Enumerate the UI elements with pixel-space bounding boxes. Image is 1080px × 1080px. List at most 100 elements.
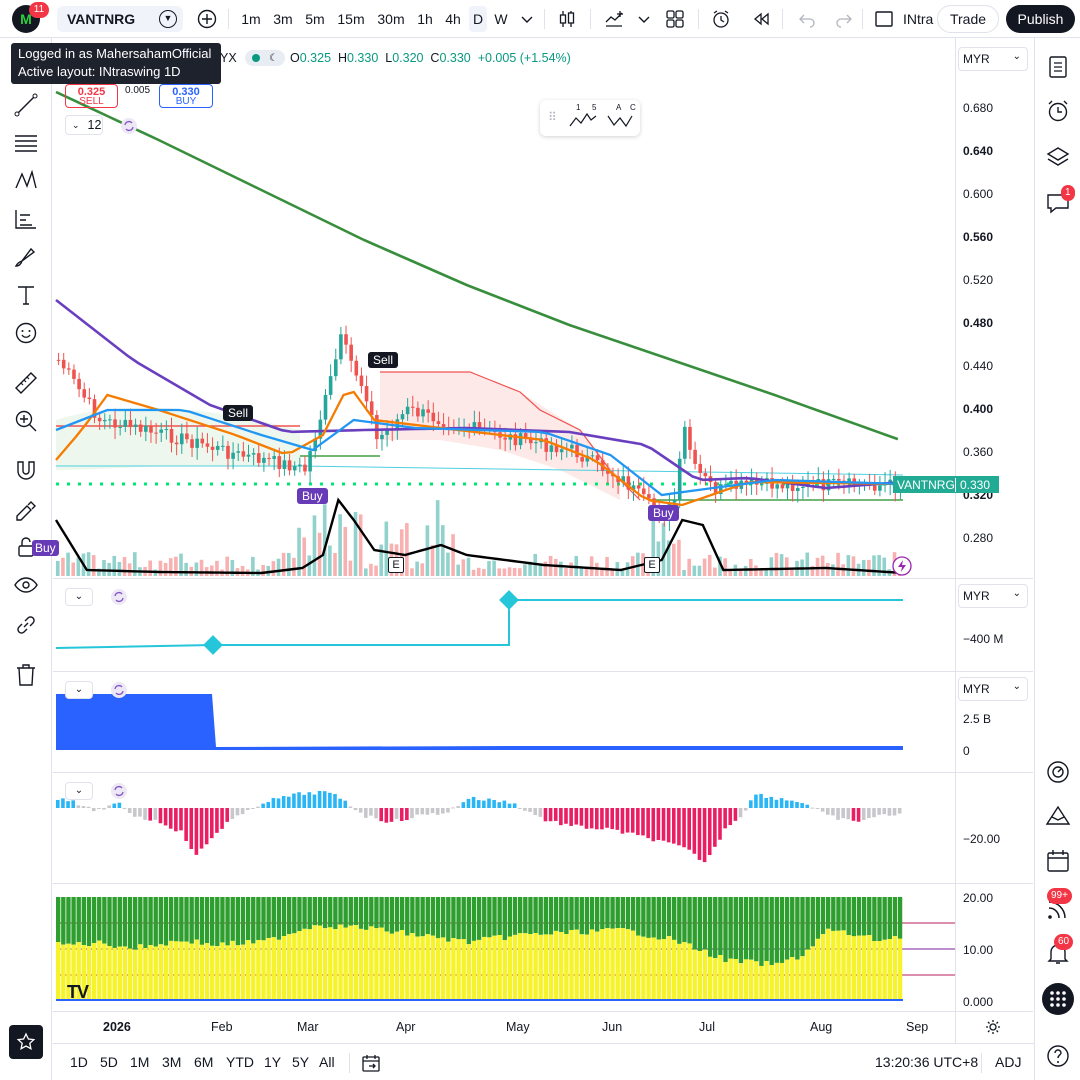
histogram-bar <box>713 808 717 847</box>
histogram-bar <box>569 808 573 826</box>
buy-order-button[interactable]: 0.330 BUY <box>159 84 213 108</box>
indicators-toggle[interactable]: ⌄ 12 <box>65 115 103 135</box>
market-status-toggle[interactable]: ☾ <box>245 50 285 66</box>
adjust-toggle[interactable]: ADJ <box>995 1054 1021 1070</box>
strength-bar-green <box>518 897 523 934</box>
pane-separator[interactable] <box>53 772 1033 773</box>
currency-selector-pane3[interactable]: MYR ⌄ <box>958 677 1028 701</box>
signal-buy[interactable]: Buy <box>297 488 328 504</box>
goto-date-icon[interactable] <box>360 1052 382 1074</box>
earnings-marker[interactable]: E <box>644 557 660 573</box>
tooltip-line-2: Active layout: INtraswing 1D <box>18 64 181 79</box>
clock-timezone[interactable]: 13:20:36 UTC+8 <box>875 1054 978 1070</box>
candle-body <box>67 368 71 370</box>
strength-bar-yellow <box>692 949 697 1000</box>
candle-body <box>61 359 66 369</box>
range-1d[interactable]: 1D <box>70 1054 88 1070</box>
strength-bar-green <box>122 897 128 947</box>
range-5d[interactable]: 5D <box>100 1054 118 1070</box>
earnings-marker[interactable]: E <box>388 557 404 573</box>
histogram-bar <box>235 808 240 816</box>
currency-selector-main[interactable]: MYR ⌄ <box>958 47 1028 71</box>
signal-sell[interactable]: Sell <box>223 405 254 421</box>
signal-buy[interactable]: Buy <box>648 505 679 521</box>
histogram-bar <box>399 808 404 822</box>
volume-bar <box>379 544 383 576</box>
strength-bar-yellow <box>497 935 502 1000</box>
strength-bar-yellow <box>672 939 677 1000</box>
range-1m[interactable]: 1M <box>130 1054 149 1070</box>
elliott-correction-icon[interactable] <box>606 112 636 128</box>
strength-bar-green <box>189 897 194 944</box>
range-1y[interactable]: 1Y <box>264 1054 281 1070</box>
range-5y[interactable]: 5Y <box>292 1054 309 1070</box>
pane-separator[interactable] <box>53 883 1033 884</box>
sync-icon[interactable] <box>110 681 128 699</box>
candle-body <box>200 438 205 444</box>
histogram-bar <box>210 808 214 839</box>
volume-bar <box>441 525 445 576</box>
candle-body <box>344 334 348 345</box>
pane2-collapse[interactable]: ⌄ <box>65 588 93 606</box>
sell-order-button[interactable]: 0.325 SELL <box>65 84 118 108</box>
strength-bar-yellow <box>446 941 451 1000</box>
candle-body <box>251 453 256 455</box>
volume-bar <box>779 554 784 576</box>
strength-bar-green <box>476 897 482 940</box>
strength-bar-yellow <box>389 933 395 1000</box>
range-all[interactable]: All <box>319 1054 335 1070</box>
pane-separator[interactable] <box>53 671 1033 672</box>
elliott-impulse-icon[interactable] <box>568 112 598 128</box>
volume-bar <box>774 552 779 576</box>
strength-bar-yellow <box>718 955 723 1000</box>
strength-bar-yellow <box>707 956 713 1000</box>
sync-icon[interactable] <box>110 588 128 606</box>
sync-icon[interactable] <box>110 782 128 800</box>
histogram-bar <box>805 804 810 808</box>
drag-handle-icon[interactable]: ⠿ <box>548 110 557 124</box>
pane4-collapse[interactable]: ⌄ <box>65 782 93 800</box>
candle-body <box>118 426 122 428</box>
histogram-bar <box>867 808 871 818</box>
strength-bar-yellow <box>841 930 846 1000</box>
range-3m[interactable]: 3M <box>162 1054 181 1070</box>
histogram-bar <box>851 808 856 821</box>
settings-gear-icon[interactable] <box>985 1019 1001 1035</box>
pane3-collapse[interactable]: ⌄ <box>65 681 93 699</box>
tradingview-logo[interactable]: TV <box>67 982 89 1003</box>
floating-drawing-toolbar[interactable]: ⠿ 1 5 A C <box>540 100 640 136</box>
histogram-bar <box>215 808 219 833</box>
signal-sell[interactable]: Sell <box>368 352 399 368</box>
volume-bar <box>466 557 471 576</box>
price-tag-symbol: VANTNRG <box>897 477 955 492</box>
strength-bar-yellow <box>615 928 620 1000</box>
volume-bar <box>507 567 512 576</box>
candle-body <box>133 424 138 428</box>
strength-bar-green <box>266 897 271 939</box>
histogram-bar <box>589 808 594 829</box>
strength-bar-yellow <box>369 926 374 1000</box>
pane-separator[interactable] <box>53 578 1033 579</box>
lightning-icon[interactable] <box>892 556 912 576</box>
strength-bar-yellow <box>600 929 605 1000</box>
sync-icon[interactable] <box>120 117 138 135</box>
strength-bar-green <box>466 897 472 945</box>
strength-bar-yellow <box>826 928 831 1000</box>
chart-canvas[interactable] <box>0 0 1080 1080</box>
candle-body <box>333 359 338 377</box>
currency-selector-pane2[interactable]: MYR ⌄ <box>958 584 1028 608</box>
strength-bar-green <box>281 897 287 937</box>
candle-body <box>72 369 76 379</box>
candle-body <box>179 433 184 445</box>
range-ytd[interactable]: YTD <box>226 1054 254 1070</box>
range-6m[interactable]: 6M <box>194 1054 213 1070</box>
strength-bar-yellow <box>528 934 533 1000</box>
price-axis-label: 0.280 <box>963 531 994 545</box>
chevron-down-icon: ⌄ <box>1012 51 1021 62</box>
signal-buy-partial[interactable]: Buy <box>32 540 59 556</box>
candle-body <box>570 444 574 449</box>
histogram-bar <box>784 800 789 808</box>
pane3-area <box>56 694 903 750</box>
strength-bar-green <box>723 897 728 963</box>
candle-body <box>267 457 271 459</box>
